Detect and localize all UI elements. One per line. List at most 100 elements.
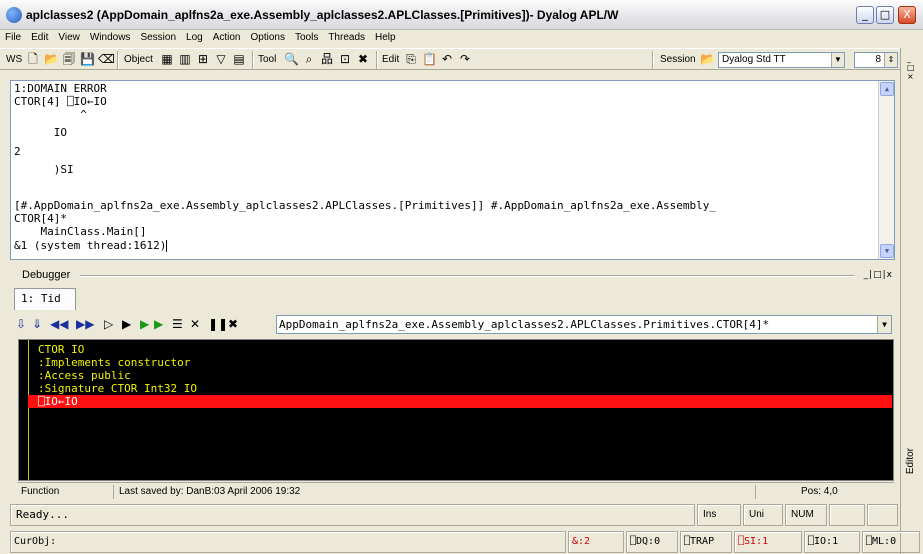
dq-indicator: ⎕DQ:0 [626, 531, 678, 553]
quit-icon[interactable]: ✕ [190, 317, 200, 331]
io-indicator: ⎕IO:1 [804, 531, 860, 553]
debugger-title: Debugger [22, 269, 71, 281]
step-over-icon[interactable]: ⇓ [32, 317, 42, 331]
toolbar-separator [252, 51, 254, 69]
dock-controls-icon[interactable]: _ □ × [907, 54, 915, 81]
current-line-highlight: ⎕IO←IO [28, 395, 892, 408]
scroll-up-icon[interactable]: ▲ [880, 82, 894, 96]
filter-icon[interactable]: ▽ [214, 52, 228, 66]
new-ws-icon[interactable]: 🗋 [26, 52, 40, 66]
status-message: Ready... [10, 504, 695, 526]
step-into-icon[interactable]: ⇩ [16, 317, 26, 331]
chevron-down-icon[interactable]: ▼ [877, 316, 891, 333]
copy-ws-icon[interactable]: 🗐 [62, 52, 76, 66]
explorer-icon[interactable]: ⌕ [302, 52, 316, 66]
restart-all-icon[interactable]: ▶ [154, 317, 163, 331]
forward-icon[interactable]: ▶▶ [76, 317, 94, 331]
font-size-value: 8 [875, 54, 881, 65]
title-bar: aplclasses2 (AppDomain_aplfns2a_exe.Asse… [0, 0, 923, 30]
run-icon[interactable]: ▶ [122, 317, 131, 331]
menu-view[interactable]: View [53, 30, 85, 43]
object-label: Object [124, 54, 153, 65]
session-line: 1:DOMAIN ERROR [14, 82, 107, 95]
backtrack-icon[interactable]: ◀◀ [50, 317, 68, 331]
session-line: 2 [14, 145, 21, 158]
continue-icon[interactable]: ▷ [104, 317, 113, 331]
menu-log[interactable]: Log [181, 30, 208, 43]
session-input-line[interactable]: &1 (system thread:1612) [14, 239, 168, 252]
status-empty-cell [867, 504, 898, 526]
session-line: MainClass.Main[] [14, 225, 147, 238]
cursor-position: Pos: 4,0 [801, 486, 838, 497]
session-line-text: &1 (system thread:1612) [14, 239, 167, 252]
session-line: ^ [14, 108, 87, 121]
font-size-spinner[interactable]: 8 ⇕ [854, 52, 898, 68]
menu-tools[interactable]: Tools [290, 30, 323, 43]
session-line: IO [14, 126, 67, 139]
toolbar-separator [652, 51, 654, 69]
interrupt-icon[interactable]: ✖ [356, 52, 370, 66]
debugger-window-controls[interactable]: _|□|x [864, 270, 893, 280]
object-grid-icon[interactable]: ▦ [160, 52, 174, 66]
toolbar-separator [376, 51, 378, 69]
last-saved-info: Last saved by: DanB:03 April 2006 19:32 [116, 485, 756, 499]
redo-icon[interactable]: ↷ [458, 52, 472, 66]
pause-icon[interactable]: ❚❚ [208, 317, 228, 331]
table-icon[interactable]: ▤ [232, 52, 246, 66]
debugger-mode: Function [18, 485, 114, 499]
minimize-button[interactable]: _ [856, 6, 874, 24]
font-select[interactable]: Dyalog Std TT ▼ [718, 52, 845, 68]
spinner-arrows-icon[interactable]: ⇕ [884, 53, 897, 67]
open-ws-icon[interactable]: 📂 [44, 52, 59, 66]
window-title: aplclasses2 (AppDomain_aplfns2a_exe.Asse… [26, 8, 619, 22]
menu-bar: File Edit View Windows Session Log Action Optio… [0, 30, 923, 48]
trap-indicator: ⎕TRAP [680, 531, 732, 553]
object-tree-icon[interactable]: ⊞ [196, 52, 210, 66]
close-button[interactable]: X [898, 6, 916, 24]
run-to-exit-icon[interactable]: ▶ [140, 317, 149, 331]
menu-file[interactable]: File [0, 30, 26, 43]
save-ws-icon[interactable]: 💾 [80, 52, 95, 66]
bracket-icon[interactable]: ⊡ [338, 52, 352, 66]
interrupt-icon[interactable]: ✖ [228, 317, 238, 331]
session-line: CTOR[4]* [14, 212, 67, 225]
chevron-down-icon[interactable]: ▼ [831, 53, 844, 67]
session-line: CTOR[4] ⎕IO←IO [14, 95, 107, 108]
session-line: )SI [14, 163, 74, 176]
menu-options[interactable]: Options [246, 30, 290, 43]
menu-edit[interactable]: Edit [26, 30, 53, 43]
ins-indicator: Ins [697, 504, 741, 526]
object-grid2-icon[interactable]: ▥ [178, 52, 192, 66]
clear-ws-icon[interactable]: ⌫ [98, 52, 115, 66]
ws-label: WS [6, 54, 23, 65]
scroll-down-icon[interactable]: ▼ [880, 244, 894, 258]
copy-icon[interactable]: ⎘ [404, 52, 418, 66]
si-indicator: ⎕SI:1 [734, 531, 802, 553]
menu-windows[interactable]: Windows [85, 30, 136, 43]
menu-threads[interactable]: Threads [323, 30, 370, 43]
undo-icon[interactable]: ↶ [440, 52, 454, 66]
editor-dock-label[interactable]: Editor [905, 448, 916, 474]
session-open-icon[interactable]: 📂 [700, 52, 715, 66]
session-scrollbar[interactable]: ▲ ▼ [878, 81, 894, 259]
session-label: Session [660, 54, 696, 65]
hierarchy-icon[interactable]: 品 [320, 52, 334, 66]
search-icon[interactable]: 🔍 [284, 52, 299, 66]
debugger-divider [80, 275, 855, 277]
debugger-path-value: AppDomain_aplfns2a_exe.Assembly_aplclass… [279, 318, 770, 331]
menu-session[interactable]: Session [135, 30, 181, 43]
toolbar-separator [117, 51, 119, 69]
current-object: CurObj: [10, 531, 566, 553]
maximize-button[interactable]: □ [876, 6, 894, 24]
debugger-path-select[interactable]: AppDomain_aplfns2a_exe.Assembly_aplclass… [276, 315, 892, 334]
menu-action[interactable]: Action [208, 30, 246, 43]
tab-thread-1[interactable]: 1: Tid [14, 288, 76, 310]
menu-help[interactable]: Help [370, 30, 401, 43]
dyalog-app-icon[interactable] [6, 7, 22, 23]
tool-label: Tool [258, 54, 277, 65]
session-window[interactable]: 1:DOMAIN ERROR CTOR[4] ⎕IO←IO ^ IO 2 )SI… [10, 80, 895, 260]
edit-name-icon[interactable]: ☰ [172, 317, 183, 331]
thread-count: &:2 [568, 531, 624, 553]
paste-icon[interactable]: 📋 [422, 52, 437, 66]
debugger-code-editor[interactable]: CTOR IO :Implements constructor :Access … [18, 339, 894, 481]
